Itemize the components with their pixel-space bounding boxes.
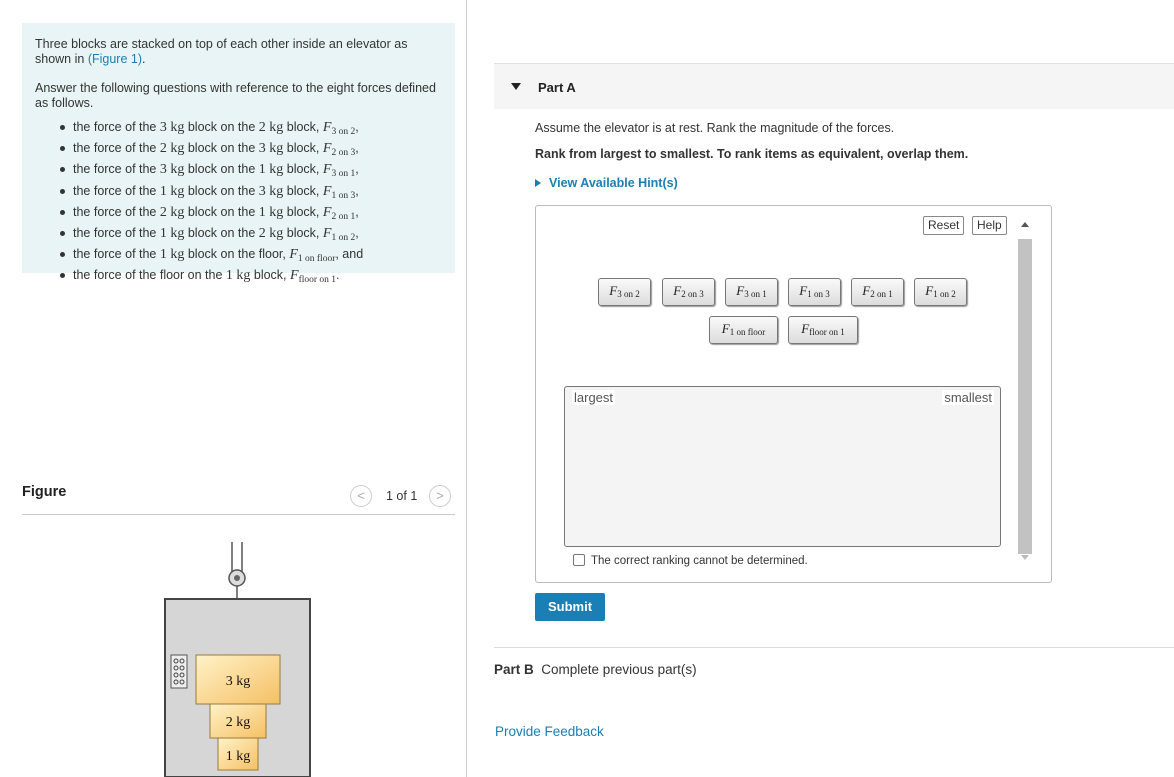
force-item: the force of the 3 kg block on the 2 kg … bbox=[35, 119, 442, 140]
hint-link[interactable]: View Available Hint(s) bbox=[535, 176, 678, 190]
problem-panel: Three blocks are stacked on top of each … bbox=[0, 0, 467, 777]
reset-button[interactable]: Reset bbox=[923, 216, 965, 235]
part-a-prompt: Assume the elevator is at rest. Rank the… bbox=[535, 121, 895, 135]
figure-pager: 1 of 1 bbox=[386, 489, 418, 503]
answer-paragraph: Answer the following questions with refe… bbox=[35, 81, 436, 110]
cannot-determine-checkbox[interactable] bbox=[573, 554, 585, 566]
elevator-figure: 3 kg 2 kg 1 kg bbox=[164, 542, 311, 777]
submit-button[interactable]: Submit bbox=[535, 593, 605, 621]
prev-figure-button[interactable]: < bbox=[350, 485, 372, 507]
pulley-hub bbox=[234, 575, 240, 581]
figure-link[interactable]: (Figure 1) bbox=[88, 52, 142, 66]
tile-f3-on-1[interactable]: F3 on 1 bbox=[725, 278, 778, 306]
scroll-thumb[interactable] bbox=[1018, 239, 1032, 554]
caret-right-icon bbox=[535, 179, 541, 187]
button-panel-icon bbox=[170, 654, 188, 689]
part-b-row: Part B Complete previous part(s) bbox=[494, 647, 1174, 677]
force-list: the force of the 3 kg block on the 2 kg … bbox=[35, 119, 442, 289]
part-a-header[interactable]: Part A bbox=[494, 63, 1174, 109]
force-item: the force of the floor on the 1 kg block… bbox=[35, 267, 442, 288]
largest-label: largest bbox=[572, 390, 616, 405]
force-item: the force of the 3 kg block on the 1 kg … bbox=[35, 161, 442, 182]
force-item: the force of the 2 kg block on the 3 kg … bbox=[35, 140, 442, 161]
parts-panel: Part A Assume the elevator is at rest. R… bbox=[468, 0, 1174, 777]
smallest-label: smallest bbox=[942, 390, 994, 405]
ranking-drop-zone[interactable]: largest smallest bbox=[564, 386, 1001, 547]
block-3kg-label: 3 kg bbox=[226, 674, 251, 689]
tile-f2-on-3[interactable]: F2 on 3 bbox=[662, 278, 715, 306]
provide-feedback-link[interactable]: Provide Feedback bbox=[495, 724, 604, 739]
collapse-arrow-icon[interactable] bbox=[511, 83, 521, 90]
part-a-title: Part A bbox=[538, 80, 576, 95]
help-button[interactable]: Help bbox=[972, 216, 1007, 235]
tile-f1-on-2[interactable]: F1 on 2 bbox=[914, 278, 967, 306]
tile-f1-on-floor[interactable]: F1 on floor bbox=[709, 316, 778, 344]
intro-paragraph: Three blocks are stacked on top of each … bbox=[35, 37, 408, 66]
part-b-status: Complete previous part(s) bbox=[541, 662, 697, 677]
cannot-determine-option[interactable]: The correct ranking cannot be determined… bbox=[573, 554, 808, 567]
block-2kg-label: 2 kg bbox=[226, 715, 251, 730]
block-1kg-label: 1 kg bbox=[226, 749, 251, 764]
part-b-label: Part B bbox=[494, 662, 534, 677]
figure-header: Figure < 1 of 1 > bbox=[22, 482, 455, 515]
force-item: the force of the 2 kg block on the 1 kg … bbox=[35, 204, 442, 225]
scrollbar[interactable] bbox=[1018, 216, 1032, 576]
figure-title: Figure bbox=[22, 484, 67, 500]
force-item: the force of the 1 kg block on the 2 kg … bbox=[35, 225, 442, 246]
tile-f3-on-2[interactable]: F3 on 2 bbox=[598, 278, 651, 306]
problem-statement: Three blocks are stacked on top of each … bbox=[22, 23, 455, 285]
tile-f1-on-3[interactable]: F1 on 3 bbox=[788, 278, 841, 306]
scroll-up-icon[interactable] bbox=[1021, 222, 1029, 227]
tile-ffloor-on-1[interactable]: Ffloor on 1 bbox=[788, 316, 858, 344]
ranking-widget: Reset Help F3 on 2 F2 on 3 F3 on 1 F1 on… bbox=[535, 205, 1052, 583]
tile-f2-on-1[interactable]: F2 on 1 bbox=[851, 278, 904, 306]
next-figure-button[interactable]: > bbox=[429, 485, 451, 507]
part-a-instruction: Rank from largest to smallest. To rank i… bbox=[535, 147, 969, 161]
scroll-down-icon[interactable] bbox=[1021, 555, 1029, 560]
force-item: the force of the 1 kg block on the floor… bbox=[35, 246, 442, 267]
force-item: the force of the 1 kg block on the 3 kg … bbox=[35, 183, 442, 204]
